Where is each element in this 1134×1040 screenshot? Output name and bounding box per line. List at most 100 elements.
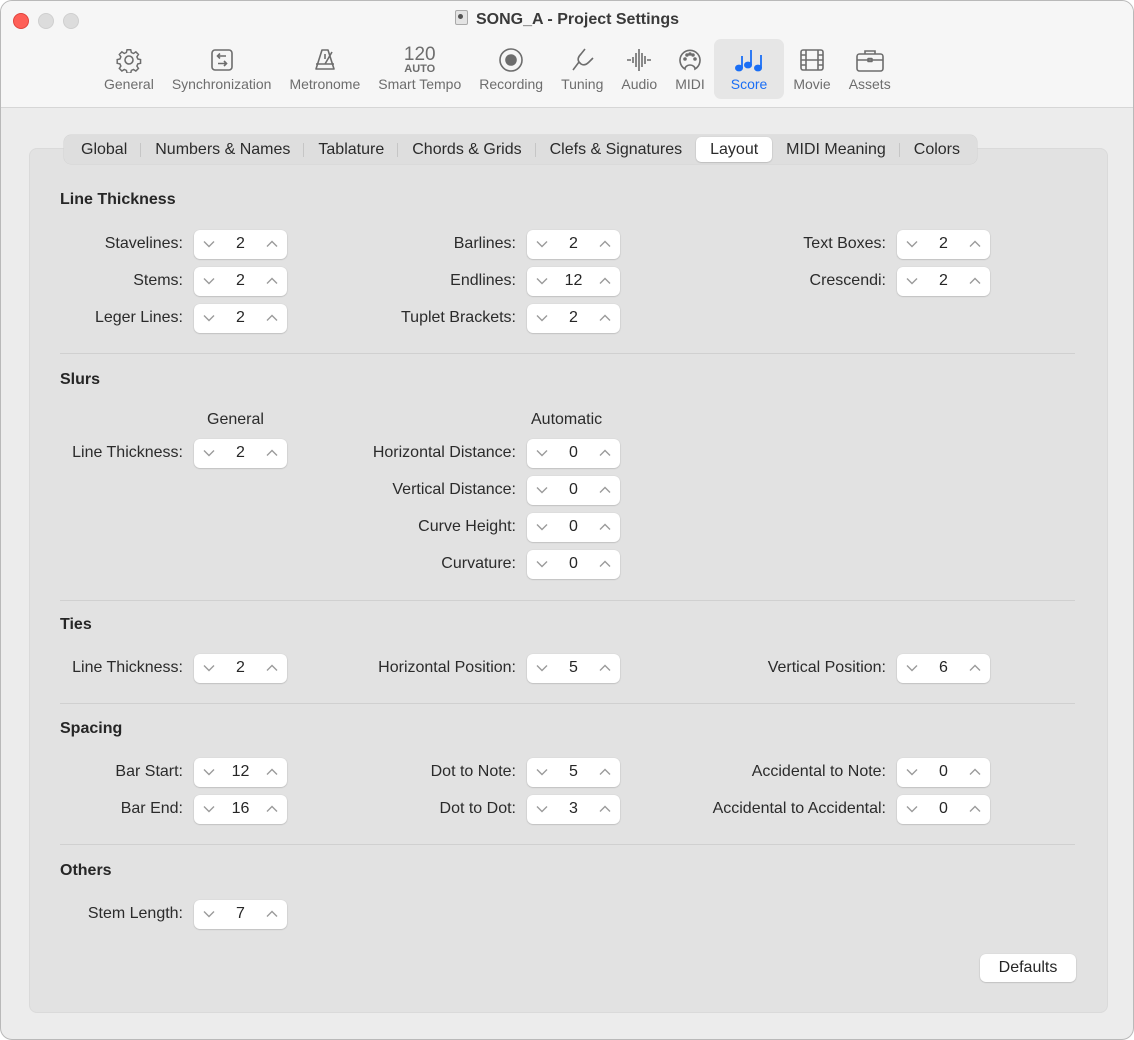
increment-icon[interactable] [265, 661, 279, 675]
decrement-icon[interactable] [905, 274, 919, 288]
stepper-value[interactable]: 2 [216, 272, 265, 290]
decrement-icon[interactable] [535, 237, 549, 251]
increment-icon[interactable] [598, 446, 612, 460]
toolbar-item-metronome[interactable]: Metronome [280, 39, 369, 99]
increment-icon[interactable] [968, 274, 982, 288]
decrement-icon[interactable] [202, 765, 216, 779]
tab-colors[interactable]: Colors [900, 137, 974, 162]
stepper-value[interactable]: 5 [549, 659, 598, 677]
decrement-icon[interactable] [202, 661, 216, 675]
stepper-value[interactable]: 12 [549, 272, 598, 290]
toolbar-item-audio[interactable]: Audio [612, 39, 666, 99]
increment-icon[interactable] [265, 237, 279, 251]
toolbar-item-assets[interactable]: Assets [840, 39, 900, 99]
increment-icon[interactable] [265, 274, 279, 288]
increment-icon[interactable] [265, 907, 279, 921]
increment-icon[interactable] [265, 765, 279, 779]
stepper-value[interactable]: 2 [549, 309, 598, 327]
decrement-icon[interactable] [905, 765, 919, 779]
increment-icon[interactable] [598, 765, 612, 779]
stepper-value[interactable]: 0 [549, 555, 598, 573]
toolbar-item-synchronization[interactable]: Synchronization [163, 39, 281, 99]
increment-icon[interactable] [598, 274, 612, 288]
decrement-icon[interactable] [905, 237, 919, 251]
toolbar-item-smart-tempo[interactable]: 120 AUTO Smart Tempo [369, 39, 470, 99]
increment-icon[interactable] [598, 520, 612, 534]
crescendi-stepper[interactable]: 2 [897, 266, 990, 296]
increment-icon[interactable] [265, 311, 279, 325]
stepper-value[interactable]: 0 [549, 518, 598, 536]
decrement-icon[interactable] [202, 237, 216, 251]
stepper-value[interactable]: 2 [216, 444, 265, 462]
decrement-icon[interactable] [905, 661, 919, 675]
increment-icon[interactable] [598, 311, 612, 325]
stepper-value[interactable]: 5 [549, 763, 598, 781]
increment-icon[interactable] [598, 557, 612, 571]
decrement-icon[interactable] [905, 802, 919, 816]
increment-icon[interactable] [265, 802, 279, 816]
tab-numbers-names[interactable]: Numbers & Names [141, 137, 305, 162]
tab-midi-meaning[interactable]: MIDI Meaning [772, 137, 900, 162]
tie-vertical-position-stepper[interactable]: 6 [897, 653, 990, 683]
stems-stepper[interactable]: 2 [194, 266, 287, 296]
increment-icon[interactable] [598, 237, 612, 251]
stem-length-stepper[interactable]: 7 [194, 899, 287, 929]
decrement-icon[interactable] [535, 483, 549, 497]
bar-end-stepper[interactable]: 16 [194, 794, 287, 824]
defaults-button[interactable]: Defaults [980, 954, 1076, 982]
slur-curve-height-stepper[interactable]: 0 [527, 512, 620, 542]
stepper-value[interactable]: 2 [216, 309, 265, 327]
tab-chords-grids[interactable]: Chords & Grids [398, 137, 536, 162]
stepper-value[interactable]: 0 [549, 481, 598, 499]
increment-icon[interactable] [598, 483, 612, 497]
increment-icon[interactable] [968, 237, 982, 251]
barlines-stepper[interactable]: 2 [527, 229, 620, 259]
stepper-value[interactable]: 3 [549, 800, 598, 818]
endlines-stepper[interactable]: 12 [527, 266, 620, 296]
tab-tablature[interactable]: Tablature [304, 137, 399, 162]
text-boxes-stepper[interactable]: 2 [897, 229, 990, 259]
increment-icon[interactable] [598, 661, 612, 675]
increment-icon[interactable] [598, 802, 612, 816]
decrement-icon[interactable] [535, 557, 549, 571]
stepper-value[interactable]: 0 [919, 800, 968, 818]
accidental-to-accidental-stepper[interactable]: 0 [897, 794, 990, 824]
tie-line-thickness-stepper[interactable]: 2 [194, 653, 287, 683]
toolbar-item-recording[interactable]: Recording [470, 39, 552, 99]
decrement-icon[interactable] [535, 520, 549, 534]
toolbar-item-movie[interactable]: Movie [784, 39, 839, 99]
slur-horizontal-distance-stepper[interactable]: 0 [527, 438, 620, 468]
decrement-icon[interactable] [535, 802, 549, 816]
bar-start-stepper[interactable]: 12 [194, 757, 287, 787]
tab-global[interactable]: Global [67, 137, 142, 162]
decrement-icon[interactable] [202, 907, 216, 921]
stepper-value[interactable]: 2 [919, 235, 968, 253]
decrement-icon[interactable] [535, 274, 549, 288]
decrement-icon[interactable] [535, 311, 549, 325]
tuplet-brackets-stepper[interactable]: 2 [527, 303, 620, 333]
decrement-icon[interactable] [202, 311, 216, 325]
stepper-value[interactable]: 0 [549, 444, 598, 462]
stavelines-stepper[interactable]: 2 [194, 229, 287, 259]
toolbar-item-general[interactable]: General [95, 39, 163, 99]
stepper-value[interactable]: 2 [216, 659, 265, 677]
slur-vertical-distance-stepper[interactable]: 0 [527, 475, 620, 505]
increment-icon[interactable] [265, 446, 279, 460]
stepper-value[interactable]: 2 [919, 272, 968, 290]
increment-icon[interactable] [968, 765, 982, 779]
increment-icon[interactable] [968, 661, 982, 675]
toolbar-item-score[interactable]: Score [713, 39, 785, 99]
decrement-icon[interactable] [202, 274, 216, 288]
accidental-to-note-stepper[interactable]: 0 [897, 757, 990, 787]
stepper-value[interactable]: 16 [216, 800, 265, 818]
leger-lines-stepper[interactable]: 2 [194, 303, 287, 333]
toolbar-item-tuning[interactable]: Tuning [552, 39, 612, 99]
stepper-value[interactable]: 2 [216, 235, 265, 253]
stepper-value[interactable]: 12 [216, 763, 265, 781]
stepper-value[interactable]: 2 [549, 235, 598, 253]
stepper-value[interactable]: 7 [216, 905, 265, 923]
tab-layout[interactable]: Layout [696, 137, 773, 162]
decrement-icon[interactable] [202, 802, 216, 816]
slur-curvature-stepper[interactable]: 0 [527, 549, 620, 579]
tab-clefs-signatures[interactable]: Clefs & Signatures [536, 137, 697, 162]
